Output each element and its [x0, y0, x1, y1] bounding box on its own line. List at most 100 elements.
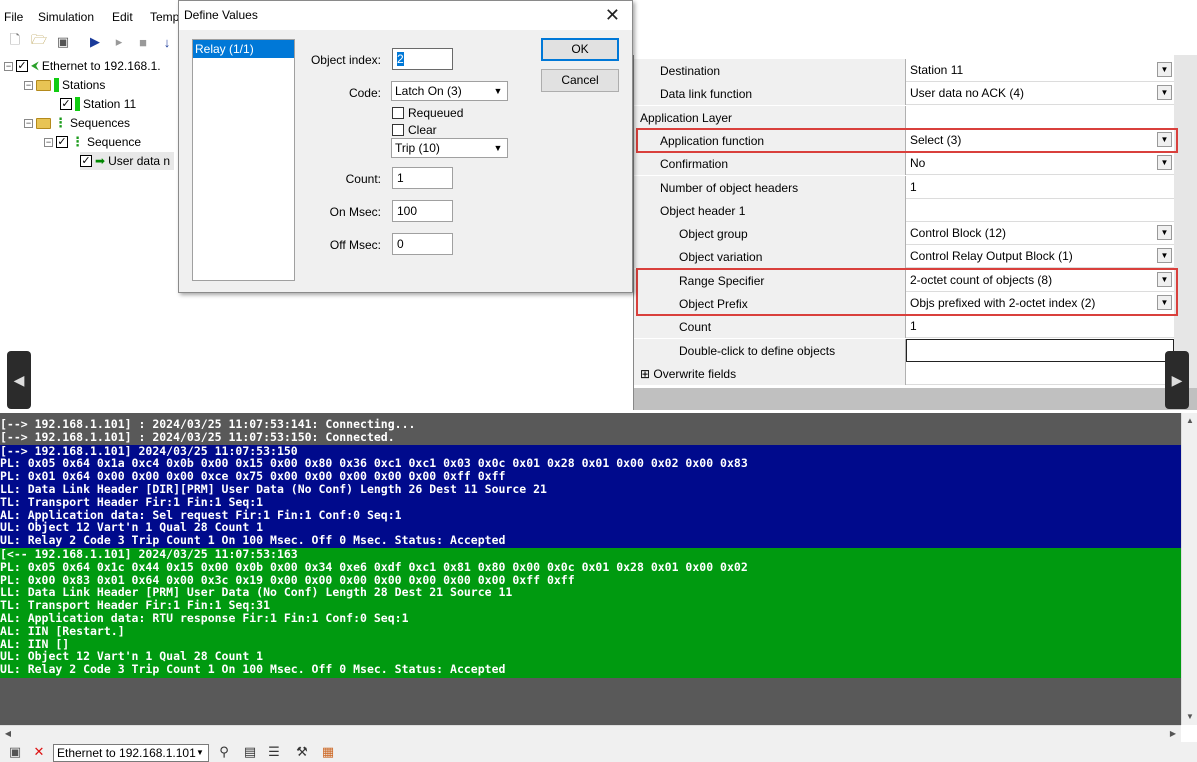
property-row[interactable]: Object variation Control Relay Output Blo… — [634, 245, 1174, 269]
property-value[interactable]: Control Block (12) ▼ — [906, 222, 1174, 245]
scroll-up-icon[interactable]: ▲ — [1182, 413, 1197, 429]
property-value[interactable]: Control Relay Output Block (1) ▼ — [906, 245, 1174, 268]
checkbox-icon[interactable]: ✓ — [80, 155, 92, 167]
palette-icon[interactable]: ▦ — [318, 744, 338, 760]
connection-select[interactable]: Ethernet to 192.168.1.101 ▼ — [53, 744, 209, 762]
collapse-icon[interactable]: − — [24, 118, 33, 128]
property-name-text: Application Layer — [640, 110, 733, 125]
list-item[interactable]: Relay (1/1) — [193, 40, 294, 58]
checkbox-icon[interactable] — [392, 124, 404, 136]
property-row[interactable]: Destination Station 11 ▼ — [634, 59, 1174, 82]
chevron-down-icon[interactable]: ▼ — [1157, 225, 1172, 241]
sort-icon[interactable]: ↓ — [158, 33, 176, 51]
log-vertical-scrollbar[interactable]: ▲ ▼ — [1181, 413, 1197, 725]
trip-close-select[interactable]: Trip (10) ▼ — [391, 138, 508, 158]
document-icon[interactable]: ▤ — [240, 744, 260, 760]
chevron-down-icon[interactable]: ▼ — [1157, 85, 1172, 101]
cancel-button[interactable]: Cancel — [541, 69, 619, 92]
log-line: UL: Relay 2 Code 3 Trip Count 1 On 100 M… — [0, 662, 506, 677]
property-row[interactable]: Application Layer — [634, 105, 1174, 129]
property-grid-scrollbar[interactable] — [1174, 55, 1197, 390]
property-value[interactable] — [906, 362, 1174, 385]
tree-node-root[interactable]: − ✓ ⮜ Ethernet to 192.168.1. — [4, 57, 161, 75]
scroll-down-icon[interactable]: ▼ — [1182, 709, 1197, 725]
property-value[interactable] — [906, 338, 1174, 362]
chevron-left-icon: ◀ — [13, 371, 25, 388]
checkbox-icon[interactable]: ✓ — [56, 136, 68, 148]
tree-node-sequence[interactable]: − ✓ ⋮ Sequence — [44, 133, 141, 151]
off-msec-field[interactable]: 0 — [392, 233, 453, 255]
menu-simulation[interactable]: Simulation — [38, 10, 94, 24]
expand-icon[interactable]: ⊞ — [640, 367, 653, 381]
object-list[interactable]: Relay (1/1) — [192, 39, 295, 281]
log-horizontal-scrollbar[interactable]: ◀ ▶ — [0, 725, 1181, 742]
clear-checkbox[interactable]: Clear — [392, 123, 437, 137]
connection-select-value: Ethernet to 192.168.1.101 — [57, 746, 196, 760]
property-row[interactable]: Number of object headers 1 — [634, 175, 1174, 199]
right-panel-toggle[interactable]: ▶ — [1165, 351, 1189, 409]
property-value[interactable]: 1 — [906, 315, 1174, 338]
binoculars-icon[interactable]: ⚲ — [214, 744, 234, 760]
chevron-down-icon[interactable]: ▼ — [1157, 155, 1172, 171]
collapse-icon[interactable]: − — [44, 137, 53, 147]
collapse-icon[interactable]: − — [4, 61, 13, 71]
property-value-text: 1 — [910, 319, 917, 334]
property-value[interactable]: Station 11 ▼ — [906, 59, 1174, 82]
log-line: [--> 192.168.1.101] : 2024/03/25 11:07:5… — [0, 429, 395, 444]
save-icon[interactable]: ▣ — [6, 744, 24, 760]
protocol-log[interactable]: [--> 192.168.1.101] : 2024/03/25 11:07:5… — [0, 413, 1181, 725]
property-value[interactable] — [906, 106, 1174, 129]
property-row[interactable]: Double-click to define objects — [634, 338, 1174, 362]
new-file-icon[interactable]: 🗋 — [6, 32, 24, 51]
property-row[interactable]: Data link function User data no ACK (4) ▼ — [634, 82, 1174, 106]
tree-node-stations[interactable]: − Stations — [24, 76, 105, 94]
property-row[interactable]: Object group Control Block (12) ▼ — [634, 222, 1174, 246]
chevron-down-icon[interactable]: ▼ — [1157, 62, 1172, 77]
chevron-down-icon[interactable]: ▼ — [1157, 248, 1172, 264]
tree-node-sequences[interactable]: − ⋮ Sequences — [24, 114, 130, 132]
stop-icon[interactable]: ■ — [134, 33, 152, 51]
left-panel-toggle[interactable]: ◀ — [7, 351, 31, 409]
property-value-text: Control Relay Output Block (1) — [910, 249, 1073, 264]
tools-icon[interactable]: ⚒ — [292, 744, 312, 760]
property-value[interactable]: 1 — [906, 176, 1174, 199]
property-row[interactable]: ⊞ Overwrite fields — [634, 361, 1174, 385]
scroll-right-icon[interactable]: ▶ — [1165, 726, 1181, 742]
step-icon[interactable]: ▸ — [110, 33, 128, 51]
on-msec-field[interactable]: 100 — [392, 200, 453, 222]
requeued-checkbox[interactable]: Requeued — [392, 106, 463, 120]
object-index-field[interactable]: 2 — [392, 48, 453, 70]
property-name: Application Layer — [634, 105, 906, 129]
tree-node-user-data[interactable]: ✓ ➡ User data n — [80, 152, 175, 170]
run-icon[interactable]: ▶ — [86, 33, 104, 51]
tree-label-sequences: Sequences — [70, 116, 131, 130]
checkbox-icon[interactable]: ✓ — [16, 60, 28, 72]
count-field[interactable]: 1 — [392, 167, 453, 189]
code-select-value: Latch On (3) — [395, 84, 462, 98]
property-name: Object header 1 — [634, 198, 906, 222]
scroll-left-icon[interactable]: ◀ — [0, 726, 16, 742]
property-value[interactable]: No ▼ — [906, 152, 1174, 175]
open-folder-icon[interactable]: 🗁 — [30, 32, 48, 51]
collapse-icon[interactable]: − — [24, 80, 33, 90]
property-value[interactable]: User data no ACK (4) ▼ — [906, 82, 1174, 105]
menu-edit[interactable]: Edit — [112, 10, 133, 24]
menu-file[interactable]: File — [4, 10, 23, 24]
checkbox-icon[interactable] — [392, 107, 404, 119]
property-value[interactable] — [906, 199, 1174, 222]
chevron-right-icon: ▶ — [1171, 371, 1183, 388]
property-row[interactable]: Confirmation No ▼ — [634, 152, 1174, 176]
code-select[interactable]: Latch On (3) ▼ — [391, 81, 508, 101]
close-icon[interactable]: ✕ — [30, 744, 48, 760]
list-icon[interactable]: ☰ — [264, 744, 284, 760]
property-name: Confirmation — [634, 152, 906, 176]
save-icon[interactable]: ▣ — [54, 33, 72, 51]
checkbox-icon[interactable]: ✓ — [60, 98, 72, 110]
tree-node-station[interactable]: ✓ Station 11 — [60, 95, 136, 113]
requeued-label: Requeued — [408, 106, 464, 120]
menu-template[interactable]: Temp — [150, 10, 179, 24]
close-icon[interactable]: ✕ — [605, 5, 620, 26]
ok-button[interactable]: OK — [541, 38, 619, 61]
property-row[interactable]: Count 1 — [634, 315, 1174, 339]
property-row[interactable]: Object header 1 — [634, 198, 1174, 222]
